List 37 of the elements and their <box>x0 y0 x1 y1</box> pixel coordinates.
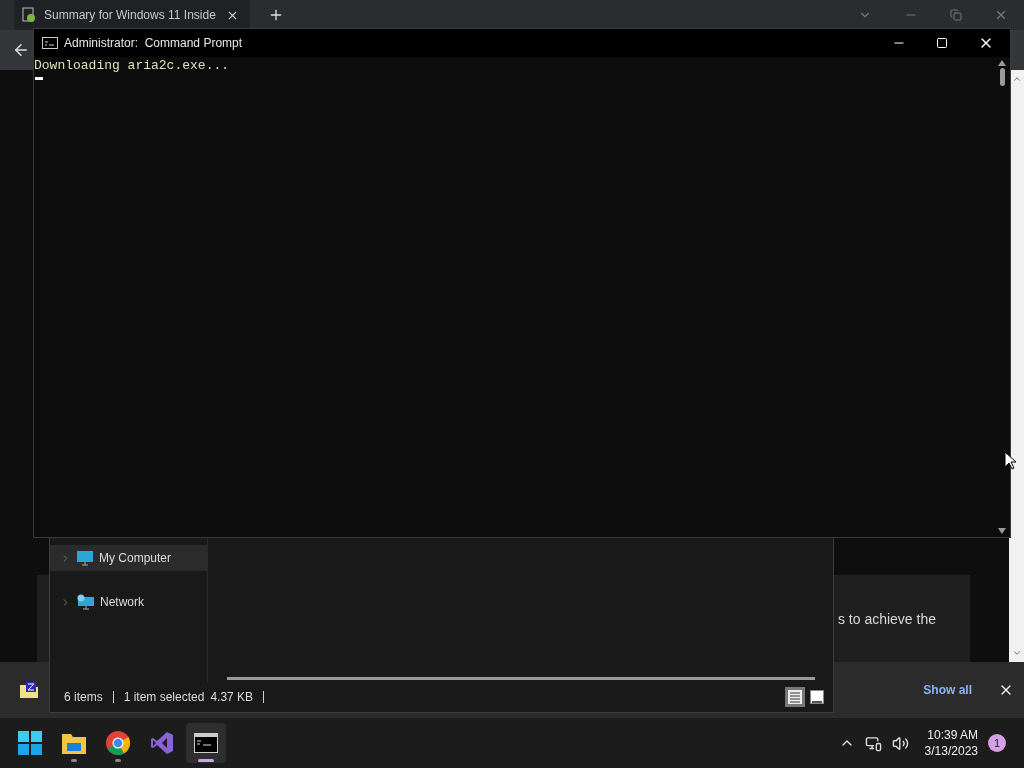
selection-status: 1 item selected <box>123 689 205 706</box>
horizontal-scrollbar[interactable] <box>227 677 815 680</box>
archive-file-icon <box>20 682 38 698</box>
show-all-link[interactable]: Show all <box>923 681 972 699</box>
maximize-icon[interactable] <box>936 37 948 49</box>
windows-logo-icon <box>18 731 42 755</box>
monitor-icon <box>77 550 93 566</box>
terminal-icon <box>194 733 218 753</box>
scroll-down-icon[interactable] <box>998 528 1006 534</box>
taskbar-app[interactable] <box>186 723 226 763</box>
tab-title: Summary for Windows 11 Inside <box>44 7 217 24</box>
new-tab-icon[interactable] <box>268 7 284 23</box>
file-size: 4.37 KB <box>210 689 254 706</box>
details-view-icon <box>788 690 802 704</box>
scroll-up-icon[interactable] <box>998 60 1006 66</box>
browser-tab[interactable]: Summary for Windows 11 Inside <box>14 0 250 30</box>
text-cursor <box>35 77 43 80</box>
console-line: Downloading aria2c.exe... <box>34 57 231 74</box>
page-icon <box>22 7 36 23</box>
chrome-icon <box>106 731 130 755</box>
item-count: 6 items <box>64 689 103 706</box>
network-monitor-icon <box>77 594 94 610</box>
network-icon[interactable] <box>864 734 882 752</box>
article-text: s to achieve the <box>837 609 936 629</box>
folder-icon <box>61 731 87 755</box>
console-icon <box>42 37 58 49</box>
scroll-thumb[interactable] <box>999 68 1005 86</box>
infinity-ribbon-icon <box>150 731 174 755</box>
preview-view-icon <box>810 690 824 704</box>
nav-item[interactable]: Network <box>50 589 207 615</box>
clock[interactable]: 10:39 AM 3/13/2023 <box>924 727 978 759</box>
notification-badge[interactable]: 1 <box>988 734 1006 752</box>
view-button[interactable] <box>807 687 827 707</box>
nav-item[interactable]: My Computer <box>50 545 207 571</box>
window-title: Administrator: Command Prompt <box>64 35 243 52</box>
volume-icon[interactable] <box>891 734 909 752</box>
back-icon[interactable] <box>12 41 30 59</box>
